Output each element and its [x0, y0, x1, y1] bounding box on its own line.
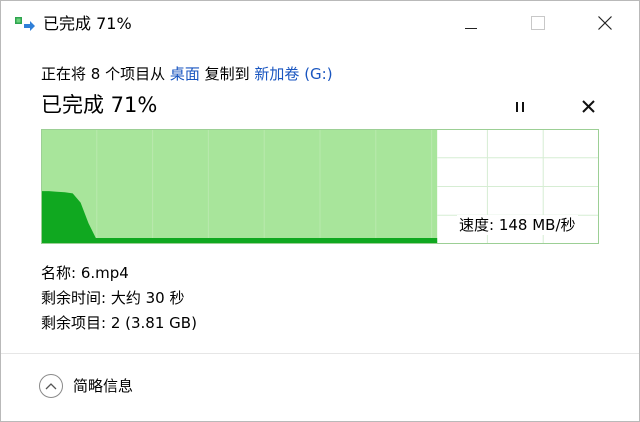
items-remaining-label: 剩余项目: [41, 314, 111, 332]
fewer-details-button[interactable]: 简略信息 [39, 374, 133, 398]
progress-status: 已完成 71% [41, 93, 158, 117]
progress-baseline [41, 238, 438, 242]
file-name-row: 名称: 6.mp4 [41, 263, 129, 283]
cancel-x-icon [581, 98, 595, 117]
file-name-value: 6.mp4 [80, 264, 129, 282]
dialog-footer: 简略信息 [1, 353, 639, 421]
copy-transfer-icon [15, 15, 37, 31]
close-icon [598, 15, 612, 34]
copy-middle: 复制到 [199, 65, 255, 83]
minimize-button[interactable] [439, 1, 503, 47]
items-remaining-row: 剩余项目: 2 (3.81 GB) [41, 313, 197, 333]
items-remaining-value: 2 (3.81 GB) [110, 314, 197, 332]
chevron-up-icon [39, 374, 63, 398]
pause-icon [515, 98, 525, 117]
copy-progress-dialog: 已完成 71% 正在将 8 个项目从 桌面 复制到 新加卷 (G:) 已完成 7… [0, 0, 640, 422]
title-bar: 已完成 71% [1, 1, 639, 47]
close-button[interactable] [573, 1, 637, 47]
time-remaining-label: 剩余时间: [41, 289, 111, 307]
window-title: 已完成 71% [43, 14, 132, 33]
speed-label: 速度: 148 MB/秒 [457, 215, 578, 235]
destination-link[interactable]: 新加卷 (G:) [254, 65, 332, 83]
time-remaining-row: 剩余时间: 大约 30 秒 [41, 288, 184, 308]
pause-button[interactable] [506, 96, 534, 118]
source-link[interactable]: 桌面 [170, 65, 200, 83]
maximize-button[interactable] [506, 1, 570, 47]
fewer-details-label: 简略信息 [73, 377, 134, 395]
progress-fill [41, 129, 438, 244]
copy-description: 正在将 8 个项目从 桌面 复制到 新加卷 (G:) [41, 64, 333, 84]
minimize-icon [465, 15, 477, 34]
time-remaining-value: 大约 30 秒 [110, 289, 185, 307]
maximize-icon [531, 15, 545, 34]
file-name-label: 名称: [41, 264, 81, 282]
cancel-button[interactable] [574, 95, 602, 119]
copy-prefix: 正在将 8 个项目从 [41, 65, 170, 83]
